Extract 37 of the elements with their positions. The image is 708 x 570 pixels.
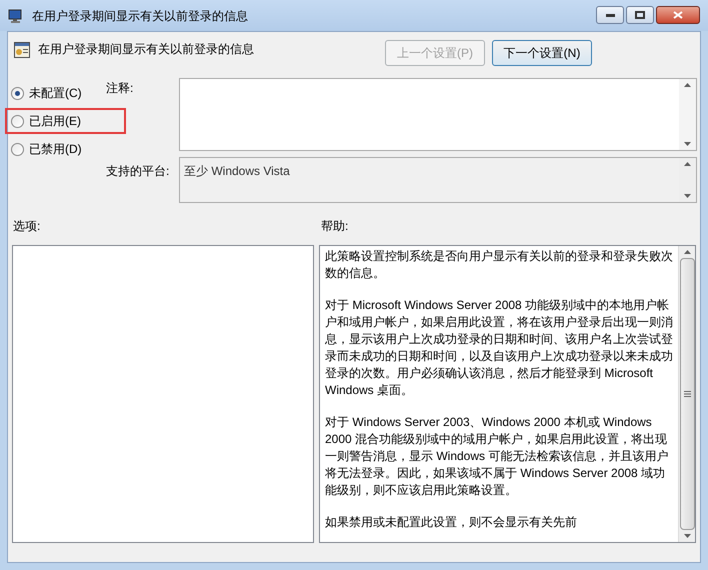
close-icon xyxy=(673,11,683,19)
scrollbar[interactable] xyxy=(679,79,696,150)
scroll-down-icon[interactable] xyxy=(684,194,691,198)
scrollbar[interactable] xyxy=(678,246,695,542)
scroll-up-icon[interactable] xyxy=(684,83,691,87)
close-button[interactable] xyxy=(656,6,700,24)
radio-button[interactable] xyxy=(11,142,24,156)
computer-icon xyxy=(8,8,24,24)
scroll-down-icon[interactable] xyxy=(684,142,691,146)
comment-label: 注释: xyxy=(106,80,134,97)
scroll-up-icon[interactable] xyxy=(684,250,690,254)
minimize-icon xyxy=(606,14,614,16)
scroll-thumb[interactable] xyxy=(680,258,694,530)
nav-button[interactable]: 下一个设置(N) xyxy=(492,40,592,66)
help-paragraph: 如果禁用或未配置此设置，则不会显示有关先前 xyxy=(325,514,578,531)
platform-field: 至少 Windows Vista xyxy=(179,157,697,203)
maximize-icon xyxy=(635,11,645,19)
minimize-button[interactable] xyxy=(596,6,624,24)
help-paragraph: 对于 Microsoft Windows Server 2008 功能级别域中的本地用户帐户和域用户帐户，如果启用此设置，将在该用户登录后出现一则消息，显示该用户上次成功登录的日期和时间、该用户名上次尝试登录而未成功的日期和时间，以及自该用户上次成功登录以来未成功登录的次数。用户必须确认该消息，然后才能登录到 Microsoft Windows 桌面。 xyxy=(325,297,673,399)
help-paragraph: 对于 Windows Server 2003、Windows 2000 本机或 Windows 2000 混合功能级别域中的域用户帐户，如果启用此设置，将出现一则警告消息，显示 Windows 可能无法检索该信息，并且该用户将无法登录。因此，如果该域不属于 Windows Server 2008 域功能级别，则不应该启用此策略设置。 xyxy=(325,414,670,499)
maximize-button[interactable] xyxy=(626,6,654,24)
window-title: 在用户登录期间显示有关以前登录的信息 xyxy=(32,8,248,24)
platform-label: 支持的平台: xyxy=(106,163,170,180)
policy-icon xyxy=(14,42,30,58)
setting-title: 在用户登录期间显示有关以前登录的信息 xyxy=(38,41,254,58)
radio-button[interactable] xyxy=(11,114,24,128)
options-label: 选项: xyxy=(12,218,42,233)
grip-icon xyxy=(684,391,690,397)
radio-button[interactable] xyxy=(11,86,24,100)
scroll-up-icon[interactable] xyxy=(684,162,691,166)
radio-option[interactable]: 已启用(E) xyxy=(11,112,81,130)
help-label: 帮助: xyxy=(321,218,348,233)
comment-field[interactable] xyxy=(179,78,697,151)
radio-option[interactable]: 已禁用(D) xyxy=(11,140,82,158)
scroll-down-icon[interactable] xyxy=(684,534,690,538)
radio-option[interactable]: 未配置(C) xyxy=(11,84,82,102)
help-paragraph: 此策略设置控制系统是否向用户显示有关以前的登录和登录失败次数的信息。 xyxy=(325,248,673,282)
